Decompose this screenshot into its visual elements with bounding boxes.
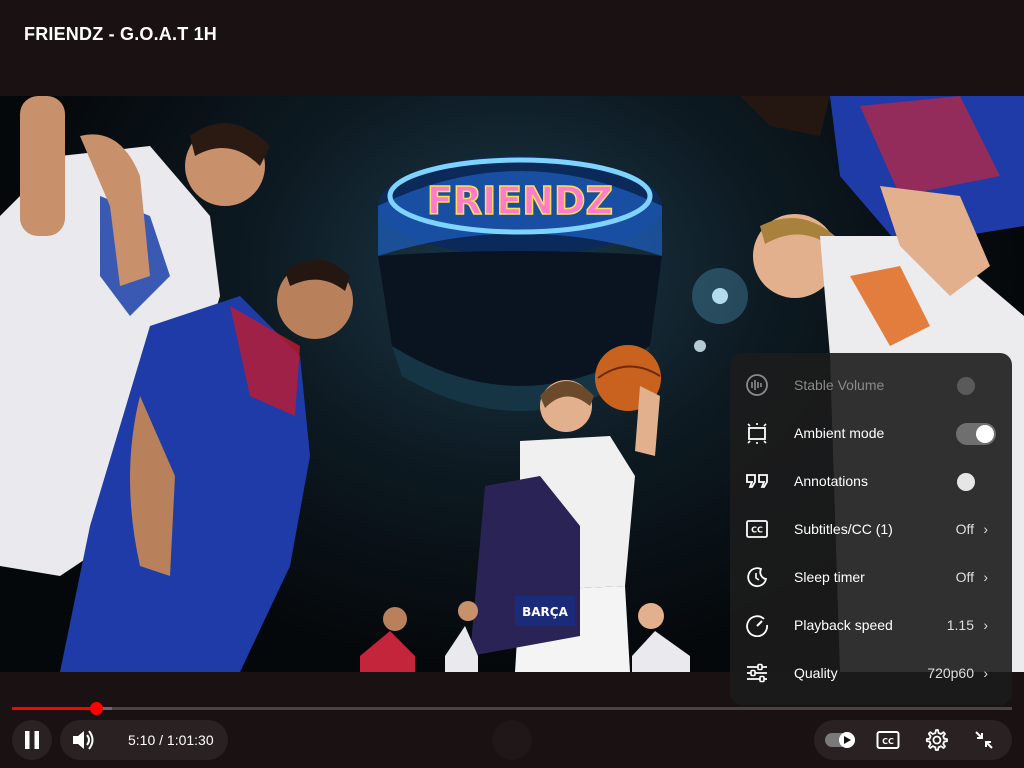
- video-title: FRIENDZ - G.O.A.T 1H: [24, 24, 217, 44]
- quality-value: 720p60: [927, 665, 974, 681]
- annotations-icon: [746, 474, 768, 488]
- menu-label-sleep-timer: Sleep timer: [794, 569, 865, 585]
- settings-menu: Stable Volume Ambient mode Annotations C…: [730, 353, 1012, 705]
- toggle-knob: [957, 473, 975, 491]
- autoplay-toggle[interactable]: [820, 720, 862, 760]
- pause-icon: [25, 731, 39, 749]
- duration: 1:01:30: [166, 732, 214, 748]
- jumbotron-logo: FRIENDZ: [427, 179, 613, 223]
- menu-label-playback-speed: Playback speed: [794, 617, 893, 633]
- progress-scrubber-handle[interactable]: [89, 702, 103, 715]
- svg-text:CC: CC: [751, 526, 763, 535]
- time-separator: /: [155, 732, 167, 748]
- menu-item-playback-speed[interactable]: Playback speed 1.15 ›: [730, 601, 1012, 649]
- volume-icon: [73, 730, 94, 750]
- chevron-right-icon: ›: [983, 521, 988, 537]
- menu-item-subtitles[interactable]: CC Subtitles/CC (1) Off ›: [730, 505, 1012, 553]
- autoplay-icon: [825, 732, 855, 748]
- toggle-knob: [957, 377, 975, 395]
- menu-label-annotations: Annotations: [794, 473, 868, 489]
- volume-button[interactable]: [64, 720, 104, 760]
- menu-label-stable-volume: Stable Volume: [794, 377, 885, 393]
- progress-bar[interactable]: [12, 702, 1012, 715]
- pause-button[interactable]: [12, 720, 52, 760]
- stable-volume-icon: [746, 374, 768, 396]
- menu-label-ambient-mode: Ambient mode: [794, 425, 885, 441]
- current-time: 5:10: [128, 732, 156, 748]
- chevron-right-icon: ›: [983, 617, 988, 633]
- sleep-timer-icon: [747, 567, 768, 588]
- quality-icon: [747, 663, 767, 683]
- title-bar: FRIENDZ - G.O.A.T 1H: [0, 0, 1024, 96]
- svg-text:CC: CC: [882, 737, 894, 746]
- chevron-right-icon: ›: [983, 569, 988, 585]
- menu-item-stable-volume[interactable]: Stable Volume: [730, 361, 1012, 409]
- subtitles-icon: CC: [746, 520, 768, 538]
- menu-item-ambient-mode[interactable]: Ambient mode: [730, 409, 1012, 457]
- subtitles-button[interactable]: CC: [868, 720, 908, 760]
- menu-item-annotations[interactable]: Annotations: [730, 457, 1012, 505]
- menu-label-subtitles: Subtitles/CC (1): [794, 521, 893, 537]
- ambient-mode-toggle[interactable]: [956, 423, 996, 445]
- playback-speed-value: 1.15: [946, 617, 974, 633]
- progress-played: [12, 707, 96, 710]
- exit-fullscreen-icon: [975, 731, 993, 749]
- menu-label-quality: Quality: [794, 665, 838, 681]
- svg-text:BARÇA: BARÇA: [522, 605, 568, 619]
- menu-item-quality[interactable]: Quality 720p60 ›: [730, 649, 1012, 697]
- subtitles-value: Off: [955, 521, 974, 537]
- ambient-mode-icon: [747, 423, 767, 444]
- settings-button[interactable]: [916, 720, 956, 760]
- chevron-right-icon: ›: [983, 665, 988, 681]
- cc-icon: CC: [876, 731, 900, 749]
- menu-item-sleep-timer[interactable]: Sleep timer Off ›: [730, 553, 1012, 601]
- sleep-timer-value: Off: [955, 569, 974, 585]
- playback-speed-icon: [746, 615, 768, 637]
- time-display: 5:10 / 1:01:30: [128, 732, 214, 748]
- gear-icon: [925, 729, 948, 751]
- annotations-toggle[interactable]: [956, 471, 996, 493]
- center-indicator: [492, 720, 532, 760]
- toggle-knob: [976, 425, 994, 443]
- exit-fullscreen-button[interactable]: [964, 720, 1004, 760]
- stable-volume-toggle[interactable]: [956, 375, 996, 397]
